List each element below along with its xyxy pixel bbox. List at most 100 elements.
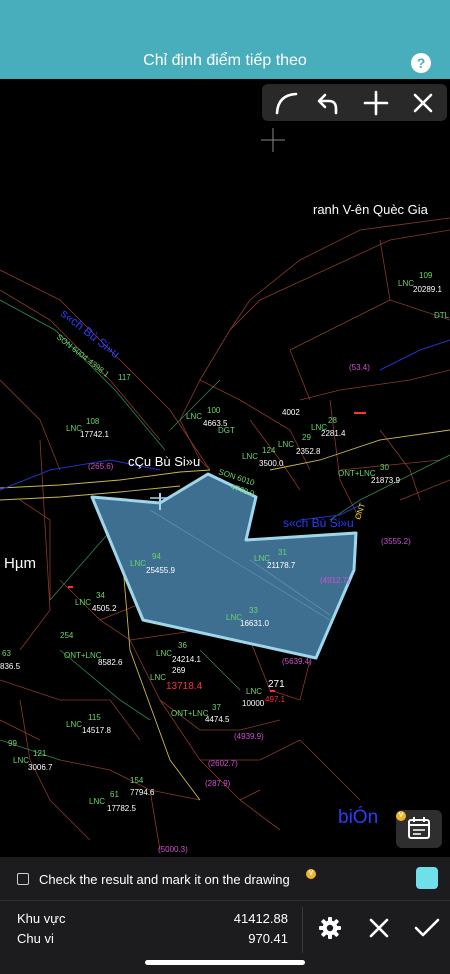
parcel-34-type: LNC bbox=[75, 598, 91, 607]
parcel-154-type: LNC bbox=[89, 797, 105, 806]
parcel-115-area: 14517.8 bbox=[82, 726, 111, 735]
check-badge: V bbox=[306, 869, 316, 879]
cancel-button[interactable] bbox=[366, 915, 392, 941]
parcel-100-num: 100 bbox=[207, 406, 221, 415]
parcel-dtl: DTL bbox=[434, 311, 450, 320]
parcel-31-num: 31 bbox=[278, 548, 287, 557]
parcel-94-num: 94 bbox=[152, 552, 161, 561]
parcel-94-type: LNC bbox=[130, 559, 146, 568]
parcel-37-type: ONT+LNC bbox=[171, 709, 209, 718]
parcel-109-num: 109 bbox=[419, 271, 433, 280]
annotation-1: (53.4) bbox=[349, 363, 370, 372]
parcel-124-type: LNC bbox=[242, 452, 258, 461]
bottom-panel: Check the result and mark it on the draw… bbox=[0, 857, 450, 974]
parcel-124-num: 124 bbox=[262, 446, 276, 455]
parcel-28-num: 28 bbox=[328, 416, 337, 425]
parcel-28-area: 2281.4 bbox=[321, 429, 346, 438]
parcel-115-type: LNC bbox=[66, 720, 82, 729]
checkmark-icon bbox=[414, 918, 440, 937]
parcel-109-area: 20289.1 bbox=[413, 285, 442, 294]
annotation-9: (5000.3) bbox=[158, 845, 188, 854]
parcel-33-num: 33 bbox=[249, 606, 258, 615]
map-label-bridge: cÇu Bù Si»u bbox=[128, 454, 200, 469]
parcel-254-type: ONT+LNC bbox=[64, 651, 102, 660]
parcel-61-num: 61 bbox=[110, 790, 119, 799]
help-button[interactable]: ? bbox=[411, 53, 431, 73]
annotation-2: (265.6) bbox=[88, 462, 114, 471]
parcel-115-num: 115 bbox=[88, 713, 101, 722]
divider bbox=[302, 907, 303, 953]
parcel-108-num: 108 bbox=[86, 417, 100, 426]
map-canvas[interactable]: ranh V-ên Quèc Gia cÇu Bù Si»u Hµm s«ch … bbox=[0, 79, 450, 857]
map-label-hum: Hµm bbox=[4, 555, 36, 572]
parcel-29-type: LNC bbox=[278, 440, 294, 449]
parcel-269-type: LNC bbox=[150, 673, 166, 682]
parcel-63-num: 63 bbox=[2, 649, 11, 658]
parcel-34-area: 4505.2 bbox=[92, 604, 117, 613]
calendar-badge: V bbox=[396, 811, 406, 821]
parcel-271-area: 10000 bbox=[242, 699, 265, 708]
parcel-29-area: 2352.8 bbox=[296, 447, 321, 456]
undo-icon bbox=[317, 93, 338, 115]
map-label-stream-left: s«ch Bù Si»u bbox=[58, 306, 122, 361]
color-swatch-button[interactable] bbox=[416, 867, 438, 889]
parcel-121-area: 3006.7 bbox=[28, 763, 53, 772]
gear-icon bbox=[319, 917, 341, 939]
parcel-117: 117 bbox=[118, 373, 131, 382]
perimeter-label: Chu vi bbox=[17, 931, 54, 946]
clear-button[interactable] bbox=[407, 87, 439, 119]
close-icon bbox=[369, 918, 389, 938]
parcel-254-num: 254 bbox=[60, 631, 74, 640]
curve-icon bbox=[275, 92, 298, 115]
check-row: Check the result and mark it on the draw… bbox=[0, 857, 450, 901]
parcel-108-area: 17742.1 bbox=[80, 430, 109, 439]
parcel-94-area: 25455.9 bbox=[146, 566, 175, 575]
parcel-4002: 4002 bbox=[282, 408, 300, 417]
confirm-button[interactable] bbox=[413, 915, 440, 941]
parcel-154-num: 154 bbox=[130, 776, 144, 785]
parcel-31-area: 21178.7 bbox=[267, 561, 296, 570]
close-icon bbox=[413, 93, 433, 113]
parcel-121-num: 121 bbox=[33, 749, 47, 758]
parcel-29-num: 29 bbox=[302, 433, 311, 442]
map-label-road: ranh V-ên Quèc Gia bbox=[313, 202, 429, 217]
area-label: Khu vực bbox=[17, 911, 66, 926]
parcel-271-num: 271 bbox=[268, 679, 285, 690]
area-value: 41412.88 bbox=[233, 911, 288, 926]
parcel-154-area: 7794.6 bbox=[130, 788, 155, 797]
annotation-6: (4939.9) bbox=[234, 732, 264, 741]
annotation-5: (5639.4) bbox=[282, 657, 312, 666]
undo-button[interactable] bbox=[312, 87, 344, 119]
parcel-30-area: 21873.9 bbox=[371, 476, 400, 485]
page-title: Chỉ định điểm tiếp theo bbox=[143, 52, 307, 69]
perimeter-value: 970.41 bbox=[248, 931, 288, 946]
curve-tool-button[interactable] bbox=[270, 87, 302, 119]
parcel-36-type: LNC bbox=[156, 649, 172, 658]
map-label-stream-right: s«ch Bù Si»u bbox=[283, 516, 354, 530]
annotation-4: (4912.7) bbox=[320, 576, 350, 585]
parcel-124-area: 3500.0 bbox=[259, 459, 284, 468]
parcel-dgt: DGT bbox=[218, 426, 235, 435]
annotation-8: (287.9) bbox=[205, 779, 231, 788]
map-label-ont: ONT bbox=[353, 502, 367, 521]
cadastral-drawing: ranh V-ên Quèc Gia cÇu Bù Si»u Hµm s«ch … bbox=[0, 202, 450, 854]
crosshair-icon bbox=[261, 128, 285, 152]
map-label-sea: biÓn bbox=[338, 806, 378, 828]
drawing-toolbar bbox=[262, 84, 447, 121]
parcel-269-area: 13718.4 bbox=[166, 681, 203, 692]
parcel-100-type: LNC bbox=[186, 412, 202, 421]
parcel-271-type: LNC bbox=[246, 687, 262, 696]
check-result-checkbox[interactable] bbox=[17, 873, 29, 885]
parcel-37-num: 37 bbox=[212, 703, 221, 712]
parcel-33-area: 16631.0 bbox=[240, 619, 269, 628]
add-point-button[interactable] bbox=[360, 87, 392, 119]
parcel-63-area: 836.5 bbox=[0, 662, 21, 671]
parcel-121-type: LNC bbox=[13, 756, 29, 765]
annotation-10: 497.1 bbox=[265, 695, 286, 704]
annotation-7: (2602.7) bbox=[208, 759, 238, 768]
parcel-99: 99 bbox=[8, 739, 17, 748]
settings-button[interactable] bbox=[317, 915, 343, 941]
parcel-61-area: 17782.5 bbox=[107, 804, 136, 813]
parcel-109-type: LNC bbox=[398, 279, 414, 288]
check-result-label: Check the result and mark it on the draw… bbox=[39, 872, 290, 887]
